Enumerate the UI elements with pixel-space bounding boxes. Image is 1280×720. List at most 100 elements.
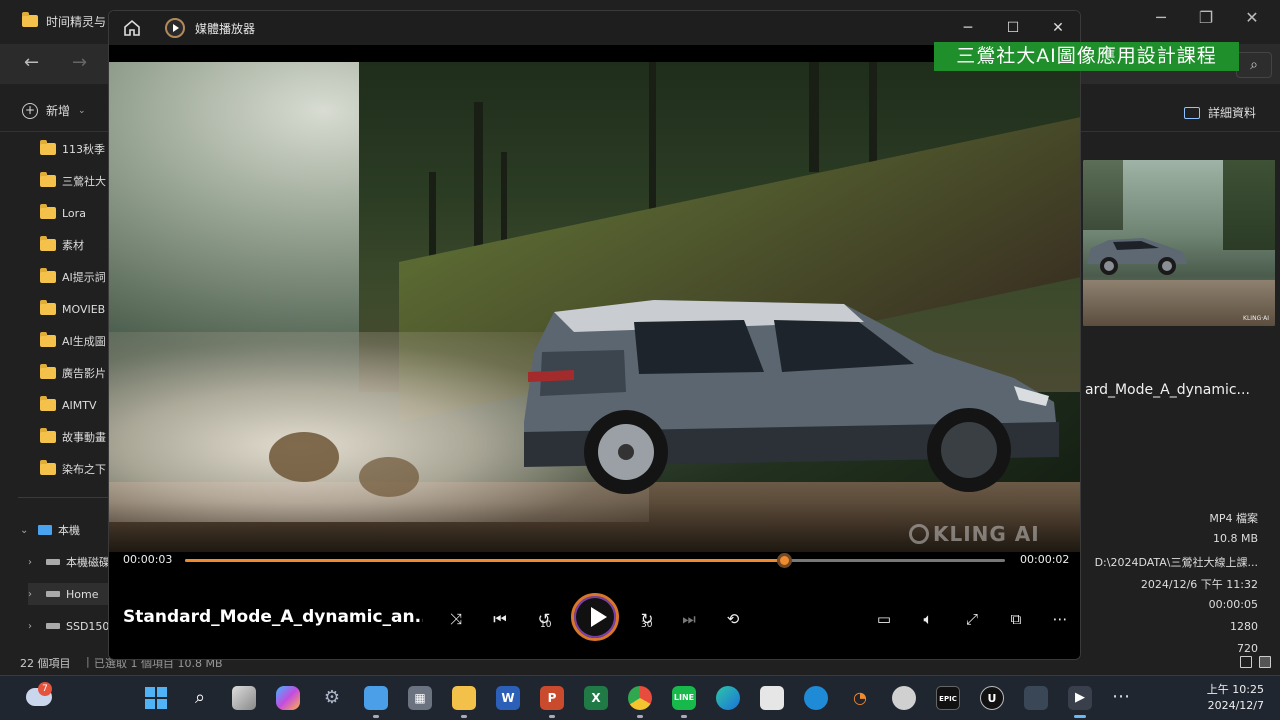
chevron-right-icon[interactable]: › [28,621,40,632]
sidebar-drive[interactable]: › Home [28,583,108,605]
sidebar-folder[interactable]: 三鶯社大 [40,170,106,192]
folder-icon [40,364,56,379]
copilot-icon[interactable] [276,686,300,710]
edge-icon[interactable] [716,686,740,710]
sidebar-this-pc[interactable]: ⌄ 本機 [20,519,80,541]
new-button[interactable]: + 新增 ⌄ [22,102,86,119]
explorer-close-button[interactable]: ✕ [1240,8,1264,27]
home-icon[interactable] [121,17,143,39]
sidebar-folder-label: 染布之下 [62,463,106,476]
back-arrow-icon[interactable]: ← [24,52,39,73]
chevron-right-icon[interactable]: › [28,557,40,568]
repeat-off-icon[interactable]: ⟲ [720,607,746,631]
sidebar-folder[interactable]: Lora [40,202,86,224]
status-divider: | [86,655,90,668]
navigation-pane: 113秋季 三鶯社大 Lora 素材 AI提示詞 MOVIEB AI生成圖 廣告… [0,134,110,644]
sidebar-folder[interactable]: MOVIEB [40,298,105,320]
details-pane-label: 詳細資料 [1208,106,1257,120]
player-titlebar: 媒體播放器 ─ ☐ ✕ [109,11,1080,45]
sidebar-folder[interactable]: AI提示詞 [40,266,106,288]
davinci-icon[interactable] [1024,686,1048,710]
seek-bar-thumb[interactable] [776,553,792,568]
word-icon[interactable]: W [496,686,520,710]
sidebar-folder-label: AI提示詞 [62,271,106,284]
explorer-restore-button[interactable]: ❐ [1194,8,1218,27]
details-pane-button[interactable]: 詳細資料 [1184,104,1256,121]
sidebar-folder[interactable]: 染布之下 [40,458,106,480]
taskbar: 7 ⌕ ⚙ ▦ W P X LINE ◔ EPIC U ▶ ⋯ 上午 10:25… [0,675,1280,720]
tiles-view-icon[interactable] [1259,656,1271,668]
task-view-icon[interactable] [232,686,256,710]
forward-arrow-icon[interactable]: → [72,52,87,73]
kling-ai-watermark: KLING AI [909,522,1040,546]
computer-icon [38,525,52,535]
new-button-label: 新增 [46,104,71,118]
explorer-tab[interactable]: 时间精灵与 [10,6,106,36]
sidebar-folder-label: AIMTV [62,398,97,412]
player-close-button[interactable]: ✕ [1047,17,1069,39]
powerpoint-icon[interactable]: P [540,686,564,718]
calculator-icon[interactable]: ▦ [408,686,432,710]
chrome-icon[interactable] [628,686,652,718]
thumbnail-watermark: KLING·AI [1243,315,1269,322]
store-icon[interactable] [760,686,784,710]
details-file-type: MP4 檔案 [1209,512,1258,525]
sidebar-drive[interactable]: › SSD150 [28,615,109,637]
sidebar-folder[interactable]: AI生成圖 [40,330,106,352]
notepad-icon[interactable] [364,686,388,718]
folder-icon [40,140,56,155]
system-clock[interactable]: 上午 10:25 2024/12/7 [1190,682,1264,714]
line-icon[interactable]: LINE [672,686,696,718]
remaining-time: 00:00:02 [1020,553,1070,566]
explorer-search-icon[interactable]: ⌕ [1236,52,1272,78]
folder-icon [40,172,56,187]
chevron-right-icon[interactable]: › [28,589,40,600]
drive-icon [46,623,60,629]
seek-bar[interactable] [185,553,1005,568]
sidebar-folder[interactable]: 廣告影片 [40,362,106,384]
sidebar-folder[interactable]: 故事動畫 [40,426,106,448]
media-player-logo-icon [165,18,185,38]
sidebar-folder[interactable]: 113秋季 [40,138,105,160]
sidebar-folder-label: 三鶯社大 [62,175,106,188]
unreal-icon[interactable]: U [980,686,1004,710]
epic-games-icon[interactable]: EPIC [936,686,960,710]
more-options-icon[interactable]: ⋯ [1047,607,1073,631]
start-icon[interactable] [144,686,168,710]
excel-icon[interactable]: X [584,686,608,710]
blender-icon[interactable]: ◔ [848,686,872,710]
overflow-icon[interactable]: ⋯ [1112,686,1130,707]
app-icon[interactable] [892,686,916,710]
volume-icon[interactable]: 🔈︎ [915,607,941,631]
shuffle-icon[interactable]: ⤨ [443,607,469,631]
next-track-icon[interactable]: ⏭ [676,607,702,631]
mini-player-icon[interactable]: ⧉ [1003,607,1029,631]
drive-icon [46,559,60,565]
sidebar-drive[interactable]: › 本機磁碟 [28,551,110,573]
player-maximize-button[interactable]: ☐ [1002,17,1024,39]
vscode-icon[interactable] [804,686,828,710]
play-button[interactable] [571,593,619,641]
search-icon[interactable]: ⌕ [188,686,212,710]
details-view-icon[interactable] [1240,656,1252,668]
sidebar-folder-label: Lora [62,206,86,220]
sidebar-folder[interactable]: 素材 [40,234,84,256]
subtitles-icon[interactable]: ▭ [871,607,897,631]
media-player-icon[interactable]: ▶ [1068,686,1092,718]
sidebar-folder[interactable]: AIMTV [40,394,97,416]
previous-track-icon[interactable]: ⏮ [487,607,513,631]
chevron-down-icon[interactable]: ⌄ [20,525,32,536]
video-frame[interactable] [109,62,1080,552]
folder-icon [40,268,56,283]
file-explorer-icon[interactable] [452,686,476,718]
sidebar-folder-label: 113秋季 [62,143,105,156]
sidebar-folder-label: 素材 [62,239,84,252]
settings-icon[interactable]: ⚙ [320,686,344,710]
drive-label: SSD150 [66,619,110,633]
player-minimize-button[interactable]: ─ [957,17,979,39]
explorer-minimize-button[interactable]: ─ [1149,8,1173,27]
details-pane: KLING·AI ard_Mode_A_dynamic... MP4 檔案 10… [1080,134,1280,654]
fullscreen-icon[interactable]: ⤢ [959,607,985,631]
player-app-title: 媒體播放器 [195,22,256,36]
drive-label: 本機磁碟 [66,556,110,569]
